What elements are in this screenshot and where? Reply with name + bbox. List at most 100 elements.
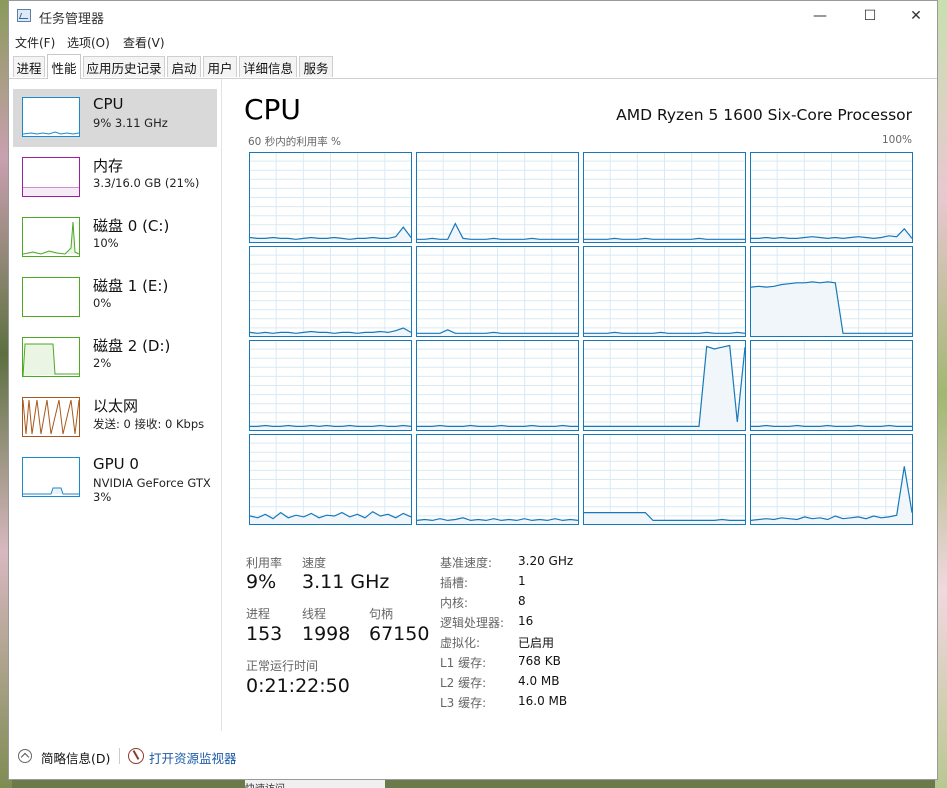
footer-divider [119, 748, 120, 764]
sidebar-item-cpu[interactable]: CPU 9% 3.11 GHz [13, 89, 217, 147]
menu-options[interactable]: 选项(O) [67, 34, 110, 51]
cpu-core-graph [583, 434, 746, 525]
sidebar-item-gpu[interactable]: GPU 0 NVIDIA GeForce GTX 3% [13, 449, 217, 507]
open-resource-monitor-link[interactable]: 打开资源监视器 [149, 748, 237, 767]
utilization-axis-label: 60 秒内的利用率 % [248, 136, 342, 148]
sidebar-item-detail: NVIDIA GeForce GTX [93, 476, 211, 490]
virtualization-label: 虚拟化: [440, 636, 481, 650]
gpu-thumbnail-graph [22, 457, 80, 497]
task-manager-icon [17, 9, 31, 22]
menu-bar: 文件(F) 选项(O) 查看(V) [9, 31, 937, 51]
sidebar-item-disk2[interactable]: 磁盘 2 (D:) 2% [13, 329, 217, 387]
sidebar-item-detail: 0% [93, 296, 112, 310]
uptime-value: 0:21:22:50 [246, 675, 350, 697]
tab-startup[interactable]: 启动 [167, 56, 201, 77]
processes-value: 153 [246, 623, 283, 645]
sockets-value: 1 [518, 574, 526, 588]
sidebar-item-detail: 3.3/16.0 GB (21%) [93, 176, 200, 190]
tab-app-history[interactable]: 应用历史记录 [83, 56, 165, 77]
sockets-label: 插槽: [440, 576, 469, 590]
tab-bar: 进程 性能 应用历史记录 启动 用户 详细信息 服务 [9, 54, 937, 79]
cpu-core-graph [750, 246, 913, 337]
sidebar-item-label: 以太网 [93, 397, 139, 415]
handles-value: 67150 [369, 623, 430, 645]
tab-details[interactable]: 详细信息 [239, 56, 297, 77]
sidebar-item-label: 磁盘 0 (C:) [93, 217, 170, 235]
utilization-axis-max: 100% [881, 134, 912, 146]
sidebar-item-detail: 10% [93, 236, 119, 250]
sidebar-item-label: 磁盘 1 (E:) [93, 277, 169, 295]
panel-title: CPU [244, 93, 301, 126]
task-manager-window: 任务管理器 — ☐ ✕ 文件(F) 选项(O) 查看(V) 进程 性能 应用历史… [8, 0, 938, 780]
speed-label: 速度 [302, 556, 327, 570]
cpu-core-graph [416, 434, 579, 525]
utilization-value: 9% [246, 571, 277, 593]
menu-file[interactable]: 文件(F) [15, 34, 55, 51]
logical-processor-graphs[interactable] [249, 152, 915, 526]
utilization-label: 利用率 [246, 556, 283, 570]
cores-value: 8 [518, 594, 526, 608]
cpu-core-graph [583, 152, 746, 243]
cpu-core-graph [416, 152, 579, 243]
cpu-core-graph [249, 340, 412, 431]
resource-monitor-icon[interactable] [128, 748, 144, 764]
handles-label: 句柄 [369, 607, 394, 621]
tab-services[interactable]: 服务 [299, 56, 333, 77]
resource-sidebar: CPU 9% 3.11 GHz 内存 3.3/16.0 GB (21%) 磁盘 … [9, 79, 222, 731]
cpu-core-graph [583, 340, 746, 431]
title-bar[interactable]: 任务管理器 — ☐ ✕ [9, 1, 937, 31]
threads-label: 线程 [302, 607, 327, 621]
cpu-core-graph [249, 152, 412, 243]
processor-name: AMD Ryzen 5 1600 Six-Core Processor [616, 106, 912, 124]
sidebar-item-ethernet[interactable]: 以太网 发送: 0 接收: 0 Kbps [13, 389, 217, 447]
cpu-thumbnail-graph [22, 97, 80, 137]
uptime-label: 正常运行时间 [246, 659, 319, 673]
ethernet-thumbnail-graph [22, 397, 80, 437]
virtualization-value: 已启用 [518, 636, 555, 650]
tab-users[interactable]: 用户 [203, 56, 237, 77]
l1-cache-value: 768 KB [518, 654, 561, 668]
sidebar-item-label: GPU 0 [93, 455, 139, 473]
cpu-core-graph [249, 434, 412, 525]
base-speed-label: 基准速度: [440, 556, 493, 570]
chevron-up-icon[interactable] [18, 749, 32, 763]
disk0-thumbnail-graph [22, 217, 80, 257]
sidebar-item-detail-2: 3% [93, 490, 112, 504]
sidebar-item-detail: 发送: 0 接收: 0 Kbps [93, 417, 205, 431]
close-button[interactable]: ✕ [893, 1, 939, 31]
processes-label: 进程 [246, 607, 271, 621]
window-title: 任务管理器 [39, 12, 105, 27]
background-window-peek: 快速访问 [245, 780, 385, 788]
sidebar-item-disk1[interactable]: 磁盘 1 (E:) 0% [13, 269, 217, 327]
sidebar-item-detail: 2% [93, 356, 112, 370]
cpu-core-graph [750, 152, 913, 243]
less-details-button[interactable]: 简略信息(D) [41, 748, 110, 767]
footer-bar: 简略信息(D) 打开资源监视器 [9, 741, 937, 771]
sidebar-item-label: 磁盘 2 (D:) [93, 337, 171, 355]
cores-label: 内核: [440, 596, 469, 610]
cpu-core-graph [249, 246, 412, 337]
l2-cache-value: 4.0 MB [518, 674, 560, 688]
sidebar-item-label: CPU [93, 95, 124, 113]
sidebar-item-detail: 9% 3.11 GHz [93, 116, 168, 130]
logical-processors-value: 16 [518, 614, 534, 628]
logical-processors-label: 逻辑处理器: [440, 616, 505, 630]
sidebar-item-memory[interactable]: 内存 3.3/16.0 GB (21%) [13, 149, 217, 207]
sidebar-item-disk0[interactable]: 磁盘 0 (C:) 10% [13, 209, 217, 267]
disk2-thumbnail-graph [22, 337, 80, 377]
cpu-core-graph [750, 340, 913, 431]
sidebar-item-label: 内存 [93, 157, 124, 175]
menu-view[interactable]: 查看(V) [123, 34, 165, 51]
cpu-core-graph [416, 340, 579, 431]
l3-cache-value: 16.0 MB [518, 694, 568, 708]
disk1-thumbnail-graph [22, 277, 80, 317]
tab-processes[interactable]: 进程 [13, 56, 45, 77]
minimize-button[interactable]: — [797, 1, 843, 31]
threads-value: 1998 [302, 623, 351, 645]
cpu-core-graph [750, 434, 913, 525]
maximize-button[interactable]: ☐ [847, 1, 893, 31]
base-speed-value: 3.20 GHz [518, 554, 574, 568]
l3-cache-label: L3 缓存: [440, 696, 487, 710]
tab-performance[interactable]: 性能 [47, 54, 81, 79]
l2-cache-label: L2 缓存: [440, 676, 487, 690]
